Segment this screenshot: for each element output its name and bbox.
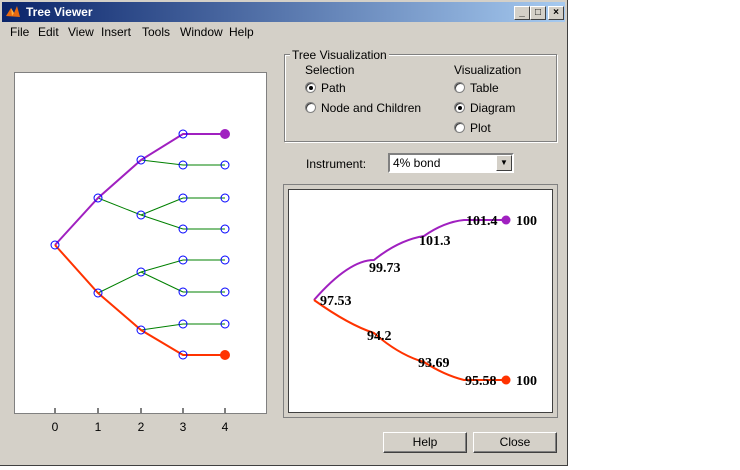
close-window-button[interactable]: ×: [548, 6, 564, 20]
diagram-up-value: 101.4: [466, 214, 498, 229]
x-tick-label: 2: [137, 420, 145, 434]
tree-nodes: [50, 129, 230, 360]
instrument-select[interactable]: 4% bond ▼: [388, 153, 514, 173]
diagram-up-value: 99.73: [369, 261, 401, 276]
menu-file[interactable]: File: [10, 25, 29, 39]
maximize-button[interactable]: □: [530, 6, 546, 20]
menu-help[interactable]: Help: [229, 25, 254, 39]
visualization-table-radio[interactable]: [454, 82, 465, 93]
diagram-up-path: [313, 219, 506, 301]
visualization-diagram-label[interactable]: Diagram: [470, 101, 515, 115]
visualization-plot-radio[interactable]: [454, 122, 465, 133]
visualization-diagram-radio[interactable]: [454, 102, 465, 113]
diagram-down-value: 93.69: [418, 356, 450, 371]
menu-view[interactable]: View: [68, 25, 94, 39]
diagram-down-value: 94.2: [367, 329, 392, 344]
instrument-label: Instrument:: [306, 157, 367, 171]
x-tick-label: 0: [51, 420, 59, 434]
selection-path-radio[interactable]: [305, 82, 316, 93]
matlab-logo-icon: [6, 6, 20, 17]
diagram-panel: 97.53 99.73 101.3 101.4 100 94.2 93.69 9…: [288, 189, 553, 413]
visualization-heading: Visualization: [454, 63, 522, 77]
up-path-line: [54, 133, 225, 246]
minimize-button[interactable]: _: [514, 6, 530, 20]
diagram-up-value: 101.3: [419, 234, 451, 249]
help-button[interactable]: Help: [383, 432, 467, 453]
window-title: Tree Viewer: [26, 5, 93, 19]
title-bar[interactable]: Tree Viewer _ □ ×: [2, 2, 565, 22]
close-button[interactable]: Close: [473, 432, 557, 453]
diagram-down-terminal-value: 100: [516, 374, 537, 389]
down-path-end-node: [220, 350, 230, 360]
tree-plot-axes[interactable]: [14, 72, 267, 414]
tree-plot-svg: [50, 129, 230, 413]
x-axis-ticks: [54, 408, 226, 413]
diagram-down-path: [313, 299, 506, 381]
x-tick-label: 4: [221, 420, 229, 434]
tree-branches: [97, 159, 225, 331]
diagram-down-end-node: [501, 375, 511, 385]
chevron-down-icon[interactable]: ▼: [496, 155, 512, 171]
instrument-value: 4% bond: [393, 156, 441, 170]
visualization-plot-label[interactable]: Plot: [470, 121, 491, 135]
menu-insert[interactable]: Insert: [101, 25, 131, 39]
menu-window[interactable]: Window: [180, 25, 223, 39]
down-path-line: [54, 244, 225, 356]
diagram-root-value: 97.53: [320, 294, 352, 309]
selection-heading: Selection: [305, 63, 355, 77]
menu-edit[interactable]: Edit: [38, 25, 59, 39]
diagram-svg: 97.53 99.73 101.3 101.4 100 94.2 93.69 9…: [313, 214, 537, 389]
selection-path-label[interactable]: Path: [321, 81, 346, 95]
up-path-end-node: [220, 129, 230, 139]
x-tick-label: 3: [179, 420, 187, 434]
menu-bar: File Edit View Insert Tools Window Help: [2, 23, 565, 42]
diagram-down-value: 95.58: [465, 374, 497, 389]
diagram-up-terminal-value: 100: [516, 214, 537, 229]
x-tick-label: 1: [94, 420, 102, 434]
visualization-table-label[interactable]: Table: [470, 81, 499, 95]
selection-node-children-radio[interactable]: [305, 102, 316, 113]
selection-node-children-label[interactable]: Node and Children: [321, 101, 421, 115]
diagram-up-end-node: [501, 215, 511, 225]
menu-tools[interactable]: Tools: [142, 25, 170, 39]
tree-visualization-legend: Tree Visualization: [290, 48, 389, 62]
